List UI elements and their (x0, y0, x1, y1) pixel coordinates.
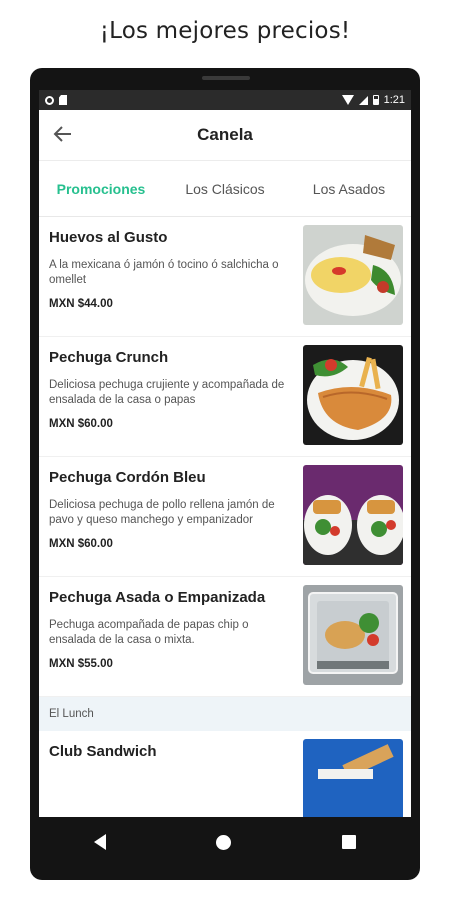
nav-home-icon[interactable] (216, 834, 232, 850)
tab-los-asados[interactable]: Los Asados (287, 181, 411, 197)
nav-recents-icon[interactable] (341, 835, 356, 849)
item-name: Club Sandwich (49, 743, 157, 760)
nav-back-icon[interactable] (94, 834, 107, 850)
item-photo (303, 585, 403, 685)
android-nav-bar (39, 817, 411, 867)
status-bar: 1:21 (39, 90, 411, 110)
item-photo (303, 465, 403, 565)
item-description: A la mexicana ó jamón ó tocino ó salchic… (49, 259, 279, 286)
phone-frame: 1:21 Canela Promociones Los Clásicos Los… (30, 68, 420, 880)
page-title: Canela (197, 125, 253, 144)
sd-card-icon (59, 95, 67, 105)
category-tabs: Promociones Los Clásicos Los Asados (39, 161, 411, 217)
phone-speaker (202, 76, 250, 80)
list-item[interactable]: Pechuga Crunch Deliciosa pechuga crujien… (39, 337, 411, 457)
item-photo (303, 345, 403, 445)
item-name: Huevos al Gusto (49, 229, 168, 246)
wifi-icon (341, 95, 354, 105)
item-name: Pechuga Crunch (49, 349, 169, 366)
app-screen: 1:21 Canela Promociones Los Clásicos Los… (39, 90, 411, 817)
list-item[interactable]: Huevos al Gusto A la mexicana ó jamón ó … (39, 217, 411, 337)
list-item[interactable]: Club Sandwich (39, 731, 411, 817)
section-header: El Lunch (39, 697, 411, 731)
item-description: Deliciosa pechuga de pollo rellena jamón… (49, 499, 275, 526)
menu-list: Huevos al Gusto A la mexicana ó jamón ó … (39, 217, 411, 817)
item-description: Pechuga acompañada de papas chip o ensal… (49, 619, 249, 646)
item-price: MXN $60.00 (49, 418, 113, 430)
list-item[interactable]: Pechuga Asada o Empanizada Pechuga acomp… (39, 577, 411, 697)
item-description: Deliciosa pechuga crujiente y acompañada… (49, 379, 285, 406)
item-price: MXN $60.00 (49, 538, 113, 550)
item-price: MXN $44.00 (49, 298, 113, 310)
item-name: Pechuga Cordón Bleu (49, 469, 206, 486)
battery-icon (372, 95, 379, 105)
item-photo (303, 225, 403, 325)
promo-headline: ¡Los mejores precios! (99, 18, 351, 44)
item-photo (303, 739, 403, 817)
signal-icon (358, 95, 368, 105)
status-time: 1:21 (383, 94, 405, 106)
back-arrow-icon[interactable] (51, 122, 75, 146)
tab-los-clasicos[interactable]: Los Clásicos (163, 181, 287, 197)
list-item[interactable]: Pechuga Cordón Bleu Deliciosa pechuga de… (39, 457, 411, 577)
notification-dot-icon (45, 95, 54, 105)
app-bar: Canela (39, 110, 411, 161)
item-name: Pechuga Asada o Empanizada (49, 589, 266, 606)
tab-promociones[interactable]: Promociones (39, 181, 163, 197)
item-price: MXN $55.00 (49, 658, 113, 670)
